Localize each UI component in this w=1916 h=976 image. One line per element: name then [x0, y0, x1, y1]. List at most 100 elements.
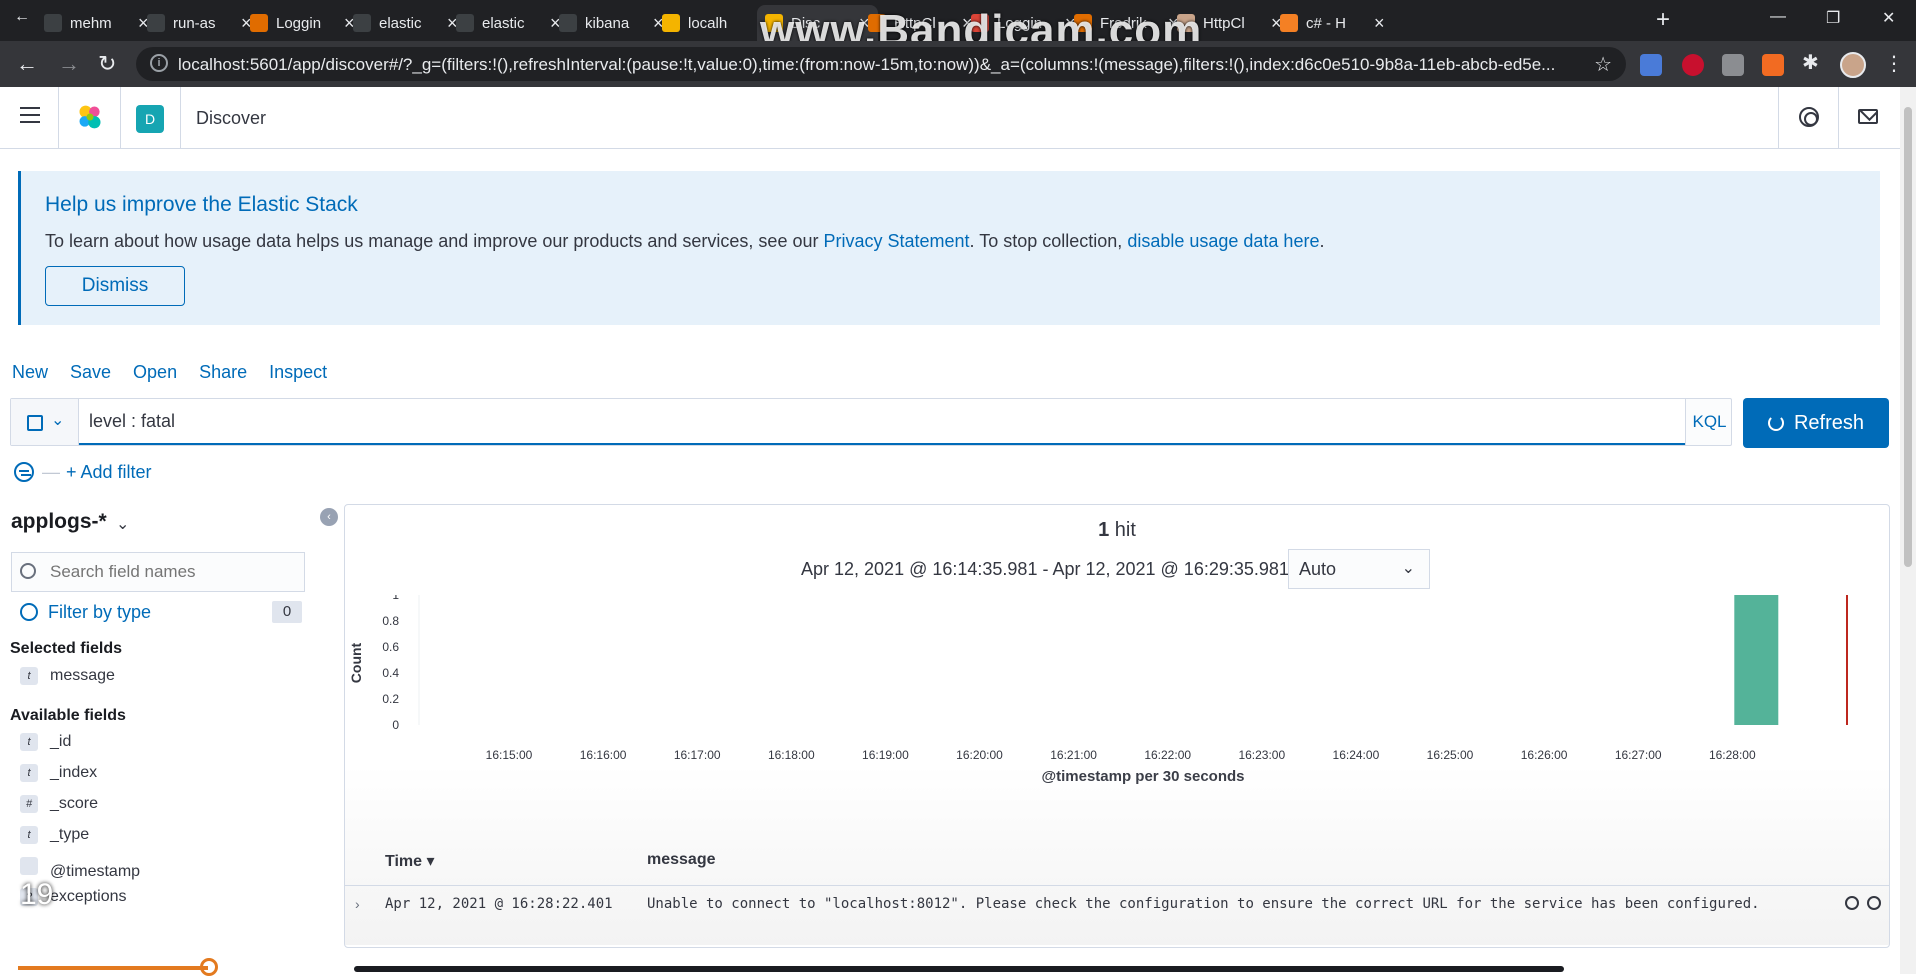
- close-tab-icon[interactable]: ×: [1374, 13, 1385, 34]
- saved-query-button[interactable]: ⌄: [11, 399, 79, 445]
- field-item[interactable]: # _score: [20, 795, 98, 817]
- field-item[interactable]: t _type: [20, 826, 89, 848]
- tab-favicon-icon: [44, 14, 62, 32]
- results-panel: 1 hit Apr 12, 2021 @ 16:14:35.981 - Apr …: [344, 504, 1890, 948]
- x-tick-label: 16:20:00: [956, 748, 1003, 762]
- field-item[interactable]: t _id: [20, 733, 71, 755]
- browser-tab-strip: ← mehm × run-as × Loggin × elastic × elastic × kib…: [0, 0, 1916, 55]
- extension-icon[interactable]: [1722, 54, 1744, 76]
- refresh-icon: [1767, 415, 1784, 431]
- add-filter-button[interactable]: + Add filter: [66, 462, 152, 483]
- tab-title: elastic: [482, 14, 525, 32]
- translate-extension-icon[interactable]: [1640, 54, 1662, 76]
- x-tick-label: 16:23:00: [1238, 748, 1285, 762]
- chevron-down-icon: ⌄: [1401, 560, 1415, 577]
- save-disk-icon: [27, 415, 43, 431]
- inspect-link[interactable]: Inspect: [269, 362, 327, 383]
- newsfeed-mail-icon[interactable]: [1858, 109, 1878, 124]
- field-item[interactable]: t _index: [20, 764, 97, 786]
- filter-options-icon[interactable]: [14, 462, 34, 482]
- tab-favicon-icon: [456, 14, 474, 32]
- field-item[interactable]: t message: [20, 667, 115, 689]
- x-tick-label: 16:15:00: [486, 748, 533, 762]
- field-search-input[interactable]: [50, 553, 300, 591]
- field-name: @timestamp: [50, 863, 141, 880]
- field-item[interactable]: @timestamp: [20, 857, 141, 880]
- x-tick-label: 16:28:00: [1709, 748, 1756, 762]
- x-axis-title: @timestamp per 30 seconds: [1041, 768, 1244, 785]
- filter-count-badge: 0: [272, 601, 302, 623]
- save-link[interactable]: Save: [70, 362, 111, 383]
- hit-count: 1 hit: [1098, 519, 1136, 541]
- new-tab-icon[interactable]: +: [1656, 6, 1670, 34]
- message-column-header[interactable]: message: [647, 851, 716, 869]
- x-tick-label: 16:22:00: [1144, 748, 1191, 762]
- new-link[interactable]: New: [12, 362, 48, 383]
- index-pattern-selector[interactable]: applogs-*: [11, 510, 107, 534]
- y-axis-title: Count: [348, 642, 364, 683]
- available-fields-heading: Available fields: [10, 707, 126, 724]
- help-icon[interactable]: [1799, 107, 1819, 127]
- expand-row-icon[interactable]: ›: [355, 896, 360, 912]
- reader-extension-icon[interactable]: [1762, 54, 1784, 76]
- chevron-down-icon[interactable]: ⌄: [116, 514, 129, 534]
- x-tick-label: 16:17:00: [674, 748, 721, 762]
- time-column-header[interactable]: Time ▾: [385, 851, 435, 871]
- video-progress-bar[interactable]: [18, 958, 218, 976]
- search-icon: [20, 563, 36, 579]
- y-tick-label: 1: [392, 595, 399, 602]
- document-time: Apr 12, 2021 @ 16:28:22.401: [385, 896, 613, 912]
- browser-menu-icon[interactable]: ⋮: [1884, 51, 1904, 76]
- zoom-out-icon[interactable]: [1867, 896, 1881, 910]
- page-scrollbar[interactable]: [1900, 87, 1916, 974]
- site-info-icon[interactable]: i: [150, 54, 168, 72]
- collapse-sidebar-icon[interactable]: ‹: [320, 508, 338, 526]
- query-input[interactable]: [79, 399, 1685, 445]
- adblock-extension-icon[interactable]: [1682, 54, 1704, 76]
- browser-tab[interactable]: c# - H ×: [1272, 5, 1393, 41]
- elastic-logo-icon[interactable]: [76, 103, 104, 131]
- callout-title: Help us improve the Elastic Stack: [45, 193, 358, 216]
- open-link[interactable]: Open: [133, 362, 177, 383]
- profile-avatar[interactable]: [1840, 52, 1866, 78]
- field-type-icon: #: [20, 795, 38, 813]
- address-bar[interactable]: i localhost:5601/app/discover#/?_g=(filt…: [136, 47, 1626, 81]
- menu-icon[interactable]: [20, 107, 40, 128]
- histogram-bar: [1734, 595, 1779, 725]
- zoom-in-icon[interactable]: [1845, 896, 1859, 910]
- privacy-statement-link[interactable]: Privacy Statement: [823, 231, 969, 251]
- space-avatar[interactable]: D: [136, 105, 164, 133]
- restore-icon[interactable]: ❐: [1826, 8, 1840, 28]
- close-window-icon[interactable]: ✕: [1882, 8, 1895, 28]
- field-sidebar: applogs-* ⌄ ‹ Filter by type 0 Selected …: [0, 500, 338, 974]
- video-overlay-counter: 19: [20, 878, 54, 911]
- tab-favicon-icon: [147, 14, 165, 32]
- field-type-icon: t: [20, 764, 38, 782]
- extensions-puzzle-icon[interactable]: ✱: [1802, 50, 1824, 74]
- field-name: message: [50, 667, 115, 684]
- chevron-down-icon: ⌄: [51, 412, 65, 429]
- horizontal-scrollbar[interactable]: [354, 966, 1564, 972]
- tab-title: mehm: [70, 14, 112, 32]
- tab-title: kibana: [585, 14, 630, 32]
- address-url[interactable]: localhost:5601/app/discover#/?_g=(filter…: [178, 55, 1568, 75]
- share-link[interactable]: Share: [199, 362, 247, 383]
- minimize-icon[interactable]: —: [1770, 8, 1786, 26]
- filter-by-type-button[interactable]: Filter by type: [20, 602, 151, 623]
- tab-search-icon[interactable]: ←: [14, 8, 30, 26]
- interval-select[interactable]: Auto ⌄: [1288, 549, 1430, 589]
- refresh-button[interactable]: Refresh: [1743, 398, 1889, 448]
- document-row[interactable]: › Apr 12, 2021 @ 16:28:22.401 Unable to co…: [345, 885, 1889, 921]
- bookmark-star-icon[interactable]: ☆: [1594, 52, 1612, 77]
- x-tick-label: 16:25:00: [1427, 748, 1474, 762]
- query-language-toggle[interactable]: KQL: [1685, 399, 1733, 445]
- dismiss-button[interactable]: Dismiss: [45, 266, 185, 306]
- field-type-icon: [20, 857, 38, 875]
- y-tick-label: 0.2: [382, 692, 399, 706]
- field-type-icon: t: [20, 667, 38, 685]
- histogram-chart[interactable]: 0 0.2 0.4 0.6 0.8 1 Count 16:15:00 16:16:00 16:17…: [345, 595, 1889, 835]
- reload-icon[interactable]: ↻: [98, 51, 116, 77]
- disable-usage-link[interactable]: disable usage data here: [1127, 231, 1319, 251]
- back-icon[interactable]: ←: [16, 51, 38, 77]
- tab-favicon-icon: [559, 14, 577, 32]
